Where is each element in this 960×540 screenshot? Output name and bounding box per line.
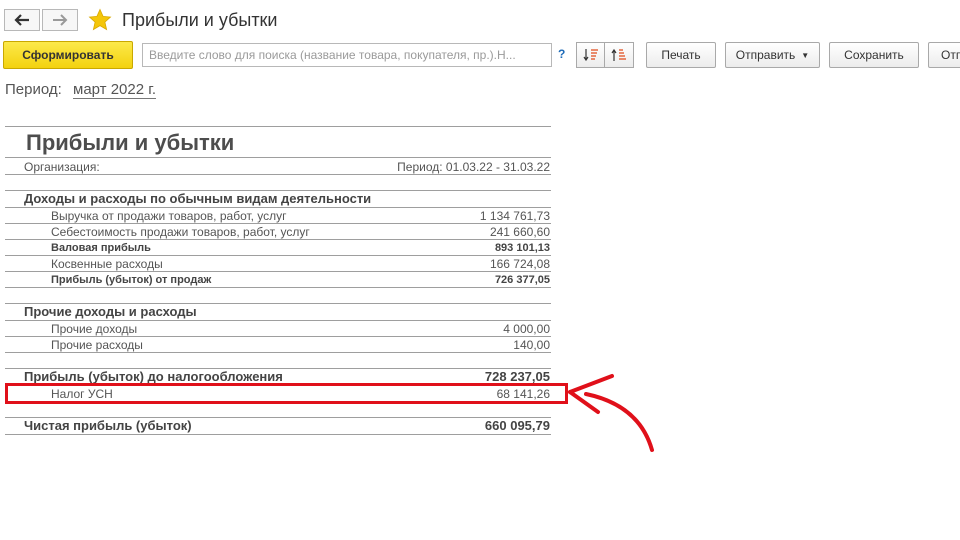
table-row-value: 166 724,08 (489, 257, 550, 271)
sort-ascending-button[interactable] (605, 42, 634, 68)
period-selector-link[interactable]: март 2022 г. (73, 81, 157, 99)
send-button[interactable]: Отправить ▼ (725, 42, 820, 68)
divider (5, 287, 551, 288)
section-header: Доходы и расходы по обычным видам деятел… (24, 191, 372, 206)
table-row-label: Чистая прибыль (убыток) (24, 418, 192, 433)
table-row-label: Себестоимость продажи товаров, работ, ус… (51, 225, 310, 239)
highlight-box (5, 383, 568, 404)
table-row-label: Прочие расходы (51, 338, 143, 352)
divider (5, 126, 551, 127)
report-title: Прибыли и убытки (26, 130, 235, 155)
divider (5, 352, 551, 353)
star-icon[interactable] (88, 8, 112, 32)
chevron-down-icon: ▼ (801, 50, 810, 60)
table-row-value: 728 237,05 (484, 369, 550, 384)
table-row-label: Прибыль (убыток) от продаж (51, 274, 212, 286)
save-button[interactable]: Сохранить (829, 42, 919, 68)
table-row-label: Косвенные расходы (51, 257, 163, 271)
more-button[interactable]: Отп (928, 42, 960, 68)
arrow-left-icon (14, 14, 29, 26)
table-row-value: 241 660,60 (489, 225, 550, 239)
divider (5, 174, 551, 175)
divider (5, 271, 551, 272)
table-row-label: Выручка от продажи товаров, работ, услуг (51, 209, 287, 223)
print-button[interactable]: Печать (646, 42, 716, 68)
divider (5, 239, 551, 240)
section-header: Прочие доходы и расходы (24, 304, 197, 319)
divider (5, 157, 551, 158)
page-title: Прибыли и убытки (122, 10, 278, 30)
table-row-value: 660 095,79 (484, 418, 550, 433)
navigation-buttons (4, 9, 78, 33)
period-label: Период: (5, 81, 62, 98)
sort-descending-icon (583, 49, 598, 62)
report-period: Период: 01.03.22 - 31.03.22 (397, 160, 550, 174)
back-button[interactable] (4, 9, 40, 31)
red-arrow-icon (568, 374, 654, 452)
sort-buttons (576, 42, 634, 68)
send-button-label: Отправить (735, 48, 796, 62)
arrow-right-icon (53, 14, 68, 26)
sort-descending-button[interactable] (576, 42, 605, 68)
help-icon[interactable]: ? (558, 47, 565, 61)
organization-label: Организация: (24, 160, 100, 174)
divider (5, 223, 551, 224)
table-row-value: 140,00 (513, 338, 550, 352)
divider (5, 207, 551, 208)
divider (5, 320, 551, 321)
table-row-label: Валовая прибыль (51, 242, 151, 254)
search-input[interactable]: Введите слово для поиска (название товар… (142, 43, 552, 67)
divider (5, 434, 551, 435)
table-row-value: 4 000,00 (503, 322, 550, 336)
divider (5, 336, 551, 337)
table-row-value: 1 134 761,73 (479, 209, 550, 223)
table-row-label: Прочие доходы (51, 322, 138, 336)
table-row-label: Прибыль (убыток) до налогообложения (24, 369, 283, 384)
table-row-value: 893 101,13 (494, 242, 550, 254)
generate-button[interactable]: Сформировать (3, 41, 133, 69)
forward-button[interactable] (42, 9, 78, 31)
divider (5, 255, 551, 256)
table-row-value: 726 377,05 (494, 274, 550, 286)
sort-ascending-icon (611, 48, 626, 61)
